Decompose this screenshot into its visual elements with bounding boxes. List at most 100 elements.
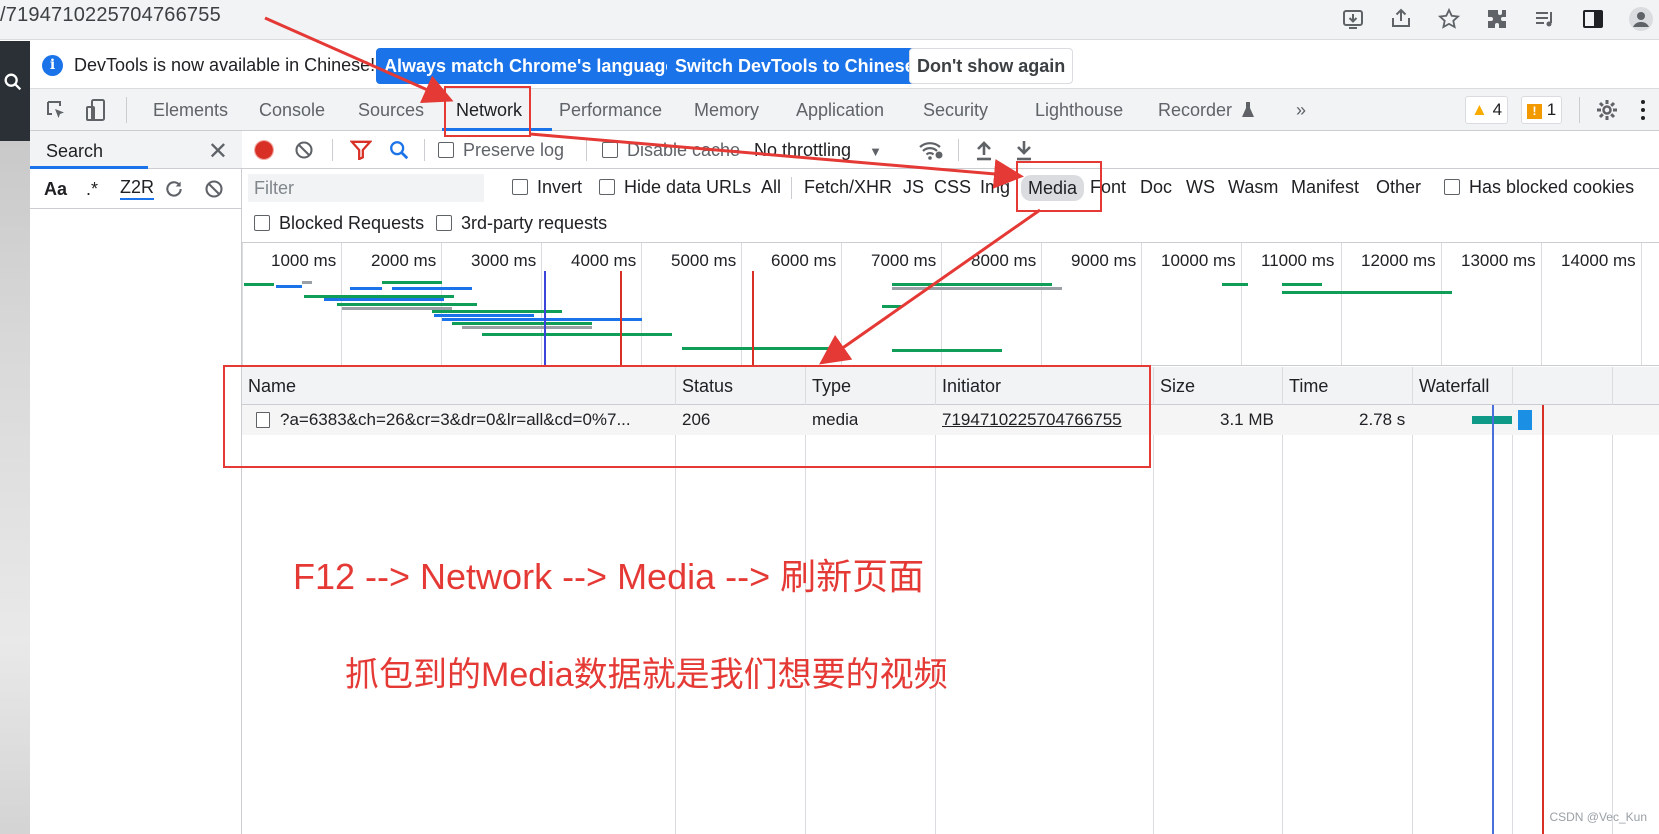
filter-type-wasm[interactable]: Wasm [1228, 177, 1278, 198]
switch-to-chinese-button[interactable]: Switch DevTools to Chinese [667, 48, 923, 84]
column-header-waterfall[interactable]: Waterfall [1419, 376, 1489, 397]
page-content-strip [0, 41, 30, 834]
filter-type-js[interactable]: JS [903, 177, 924, 198]
invert-label: Invert [537, 177, 583, 197]
tab-elements[interactable]: Elements [153, 100, 228, 121]
search-icon[interactable] [388, 139, 410, 161]
overview-request-bar [892, 283, 1052, 286]
more-tabs-button[interactable]: » [1296, 100, 1306, 121]
warnings-badge[interactable]: ▲ 4 [1465, 96, 1509, 124]
column-header-size[interactable]: Size [1160, 376, 1195, 397]
overview-tick-label: 14000 ms [1561, 251, 1636, 270]
watermark: CSDN @Vec_Kun [1549, 810, 1647, 824]
filter-funnel-icon[interactable] [350, 140, 372, 160]
column-divider [1612, 367, 1613, 834]
hide-data-urls-checkbox[interactable]: Hide data URLs [599, 177, 751, 198]
overview-request-bar [337, 303, 477, 306]
tab-application[interactable]: Application [796, 100, 884, 121]
overview-tick-label: 8000 ms [971, 251, 1037, 270]
issues-badge[interactable]: ! 1 [1521, 96, 1563, 124]
checkbox[interactable] [254, 215, 270, 231]
request-size: 3.1 MB [1220, 410, 1274, 429]
search-input[interactable]: Z2R [120, 177, 155, 200]
settings-gear-icon[interactable] [1595, 98, 1619, 122]
more-options-icon[interactable] [1639, 98, 1647, 122]
url-text[interactable]: /7194710225704766755 [0, 4, 221, 27]
checkbox[interactable] [602, 142, 618, 158]
tab-recorder[interactable]: Recorder [1158, 100, 1232, 121]
regex-button[interactable]: .* [86, 179, 98, 200]
invert-checkbox[interactable]: Invert [512, 177, 582, 198]
divider [586, 139, 587, 161]
annotation-steps-text: F12 --> Network --> Media --> 刷新页面 [293, 556, 925, 597]
divider [126, 97, 127, 123]
filter-type-img[interactable]: Img [980, 177, 1010, 198]
overview-request-bar [276, 285, 302, 288]
preserve-log-checkbox[interactable]: Preserve log [438, 140, 564, 161]
filter-type-ws[interactable]: WS [1186, 177, 1215, 198]
overview-request-bar [892, 287, 1062, 290]
overview-request-bar [434, 314, 534, 317]
filter-type-all[interactable]: All [761, 177, 781, 198]
refresh-icon[interactable] [164, 179, 184, 199]
always-match-language-button[interactable]: Always match Chrome's language [376, 48, 684, 84]
profile-avatar-icon[interactable] [1627, 5, 1655, 33]
tab-console[interactable]: Console [259, 100, 325, 121]
overview-request-bar [244, 283, 274, 286]
side-panel-icon[interactable] [1579, 5, 1607, 33]
clear-icon[interactable] [204, 179, 224, 199]
extensions-icon[interactable] [1483, 5, 1511, 33]
export-har-icon[interactable] [1014, 139, 1034, 161]
tab-security[interactable]: Security [923, 100, 988, 121]
checkbox[interactable] [436, 215, 452, 231]
blocked-requests-label: Blocked Requests [279, 213, 425, 233]
device-toolbar-icon[interactable] [84, 98, 108, 122]
dont-show-again-button[interactable]: Don't show again [909, 48, 1074, 84]
media-playlist-icon[interactable] [1531, 5, 1559, 33]
search-tab[interactable]: Search ✕ [30, 131, 242, 169]
disable-cache-checkbox[interactable]: Disable cache [602, 140, 740, 161]
search-options-bar: Aa .* Z2R [30, 169, 242, 209]
overview-tick-label: 7000 ms [871, 251, 937, 270]
divider [791, 177, 792, 199]
has-blocked-cookies-checkbox[interactable]: Has blocked cookies [1444, 177, 1634, 198]
checkbox[interactable] [1444, 179, 1460, 195]
blocked-requests-checkbox[interactable]: Blocked Requests [254, 213, 424, 234]
checkbox[interactable] [599, 179, 615, 195]
tab-sources[interactable]: Sources [358, 100, 424, 121]
tab-lighthouse[interactable]: Lighthouse [1035, 100, 1123, 121]
overview-tick-label: 1000 ms [271, 251, 337, 270]
filter-type-fetch-xhr[interactable]: Fetch/XHR [804, 177, 892, 198]
match-case-button[interactable]: Aa [44, 179, 67, 200]
checkbox[interactable] [512, 179, 528, 195]
network-conditions-icon[interactable] [918, 139, 944, 161]
import-har-icon[interactable] [974, 139, 994, 161]
overview-gridline [541, 243, 542, 365]
install-icon[interactable] [1339, 5, 1367, 33]
filter-type-css[interactable]: CSS [934, 177, 971, 198]
bookmark-star-icon[interactable] [1435, 5, 1463, 33]
annotation-box-request-row [223, 365, 1151, 468]
overview-gridline [1341, 243, 1342, 365]
column-header-time[interactable]: Time [1289, 376, 1328, 397]
checkbox[interactable] [438, 142, 454, 158]
throttling-select[interactable]: No throttling ▼ [754, 140, 882, 161]
share-icon[interactable] [1387, 5, 1415, 33]
inspect-element-icon[interactable] [44, 98, 68, 122]
tab-memory[interactable]: Memory [694, 100, 759, 121]
annotation-box-network-tab [444, 86, 531, 137]
filter-type-other[interactable]: Other [1376, 177, 1421, 198]
filter-type-manifest[interactable]: Manifest [1291, 177, 1359, 198]
clear-log-icon[interactable] [294, 140, 314, 160]
third-party-requests-checkbox[interactable]: 3rd-party requests [436, 213, 607, 234]
network-overview-timeline[interactable]: 1000 ms 2000 ms 3000 ms 4000 ms 5000 ms … [242, 243, 1659, 366]
tab-performance[interactable]: Performance [559, 100, 662, 121]
overview-tick-label: 9000 ms [1071, 251, 1137, 270]
overview-tick-label: 6000 ms [771, 251, 837, 270]
filter-type-doc[interactable]: Doc [1140, 177, 1172, 198]
close-icon[interactable]: ✕ [208, 137, 228, 166]
filter-input[interactable] [248, 174, 484, 202]
record-button-icon[interactable] [254, 140, 274, 160]
load-event-line [752, 271, 754, 365]
dom-content-loaded-line [544, 271, 546, 365]
